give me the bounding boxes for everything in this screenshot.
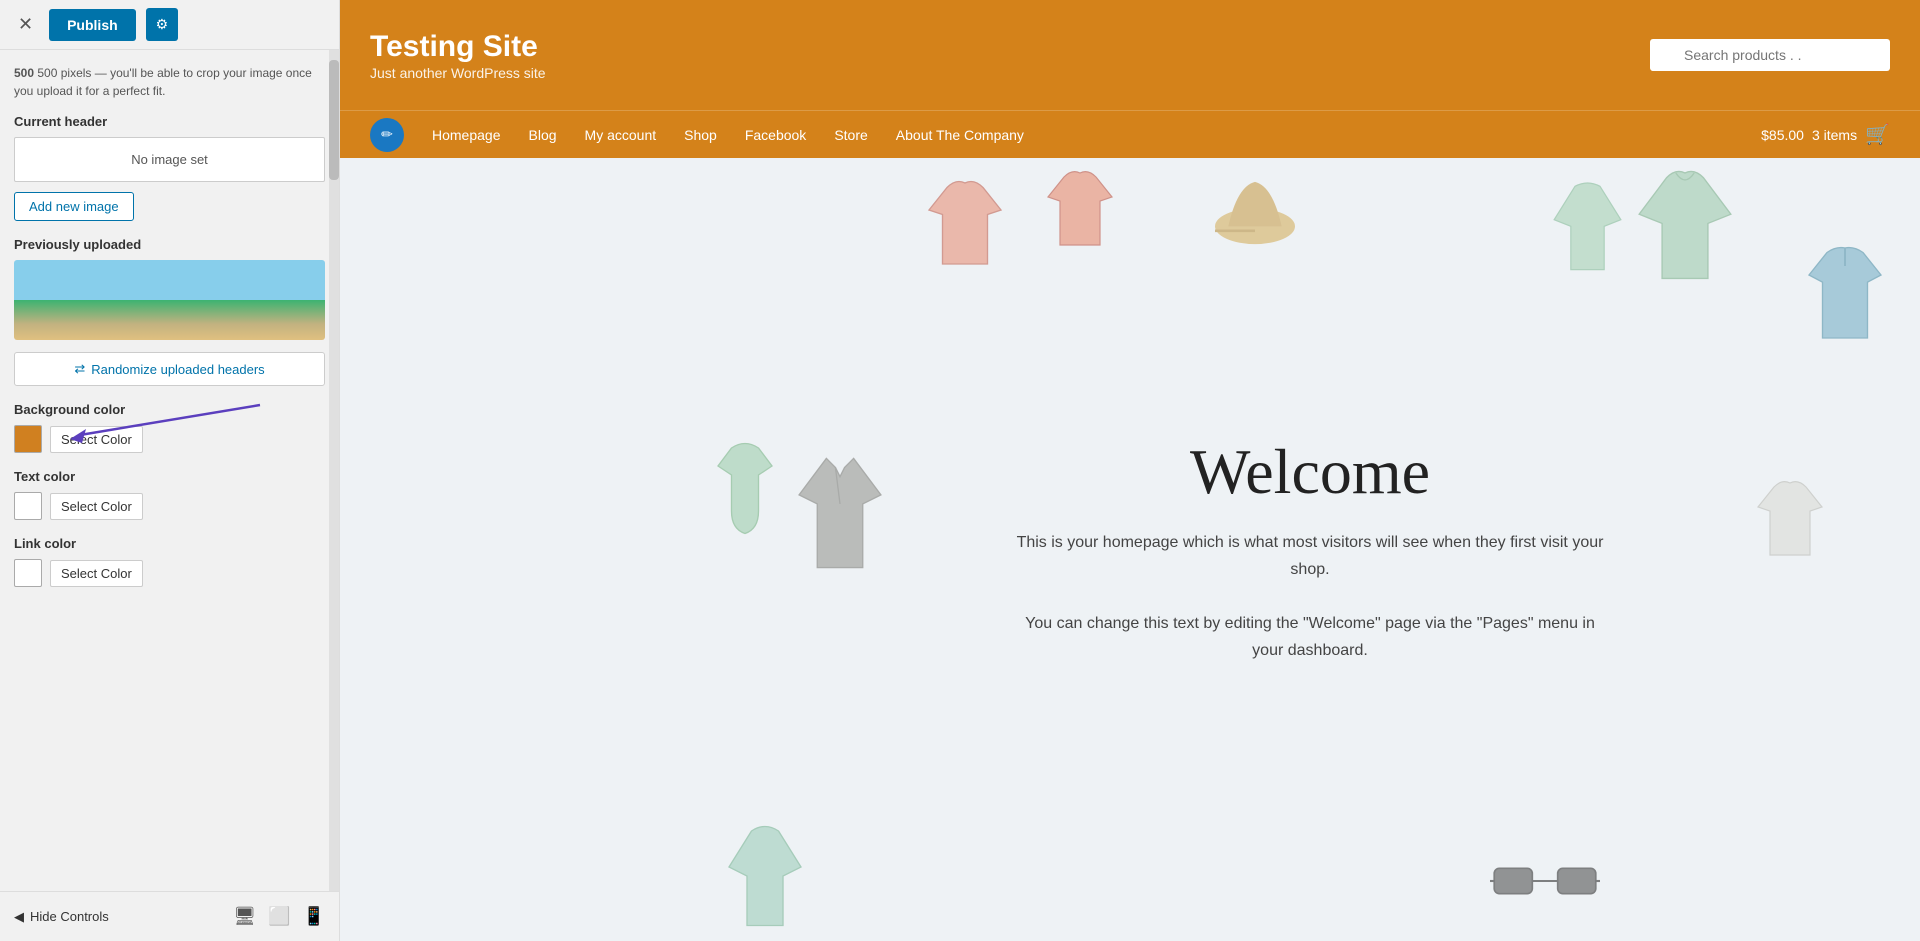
tablet-device-button[interactable]: ⬜ — [268, 906, 290, 927]
desktop-icon: 🖥 — [233, 906, 256, 926]
chevron-left-icon: ◀ — [14, 909, 24, 925]
mobile-device-button[interactable]: 📱 — [303, 906, 325, 927]
clothing-hoodie-2 — [720, 821, 810, 931]
cart-price: $85.00 — [1761, 127, 1804, 143]
welcome-title: Welcome — [1010, 435, 1610, 509]
cart-area[interactable]: $85.00 3 items 🛒 — [1761, 122, 1890, 147]
scrollbar-thumb[interactable] — [329, 60, 339, 180]
background-color-section: Background color Select Color — [14, 402, 325, 453]
link-color-row: Select Color — [14, 559, 325, 587]
hide-controls-button[interactable]: ◀ Hide Controls — [14, 909, 109, 925]
clothing-polo — [1800, 238, 1890, 348]
search-input[interactable] — [1650, 39, 1890, 71]
no-image-box: No image set — [14, 137, 325, 182]
nav-item-about[interactable]: About The Company — [882, 115, 1038, 155]
link-color-swatch[interactable] — [14, 559, 42, 587]
top-bar: ✕ Publish ⚙ — [0, 0, 339, 50]
background-color-swatch[interactable] — [14, 425, 42, 453]
nav-item-myaccount[interactable]: My account — [571, 115, 671, 155]
randomize-label: Randomize uploaded headers — [91, 362, 264, 377]
nav-item-store[interactable]: Store — [820, 115, 881, 155]
site-tagline: Just another WordPress site — [370, 65, 546, 81]
bottom-bar: ◀ Hide Controls 🖥 ⬜ 📱 — [0, 891, 339, 941]
nav-item-blog[interactable]: Blog — [515, 115, 571, 155]
link-color-section: Link color Select Color — [14, 536, 325, 587]
nav-item-facebook[interactable]: Facebook — [731, 115, 820, 155]
clothing-jacket — [790, 448, 890, 578]
clothing-tshirt-2 — [1040, 168, 1120, 258]
publish-button[interactable]: Publish — [49, 9, 136, 41]
current-header-label: Current header — [14, 114, 325, 129]
cart-items-count: 3 items — [1812, 127, 1857, 143]
main-content: Welcome This is your homepage which is w… — [340, 158, 1920, 941]
clothing-hoodie — [1630, 168, 1740, 288]
cart-icon: 🛒 — [1865, 122, 1890, 147]
right-panel: Testing Site Just another WordPress site… — [340, 0, 1920, 941]
scrollbar-track[interactable] — [329, 50, 339, 891]
clothing-sunglasses — [1490, 851, 1600, 911]
welcome-text: This is your homepage which is what most… — [1010, 529, 1610, 665]
previously-uploaded-image[interactable] — [14, 260, 325, 340]
clothing-jacket-2 — [1545, 178, 1630, 278]
search-wrapper: 🔍 — [1650, 39, 1890, 71]
mobile-icon: 📱 — [303, 906, 325, 926]
panel-content: 500 500 pixels — you'll be able to crop … — [0, 50, 339, 891]
welcome-section: Welcome This is your homepage which is w… — [1010, 435, 1610, 665]
close-button[interactable]: ✕ — [12, 10, 39, 39]
hide-controls-label: Hide Controls — [30, 909, 109, 924]
text-color-section: Text color Select Color — [14, 469, 325, 520]
background-color-label: Background color — [14, 402, 325, 417]
text-color-label: Text color — [14, 469, 325, 484]
site-title-area: Testing Site Just another WordPress site — [370, 29, 546, 81]
device-icons: 🖥 ⬜ 📱 — [233, 906, 325, 927]
panel-hint: 500 500 pixels — you'll be able to crop … — [14, 64, 325, 100]
text-select-color-button[interactable]: Select Color — [50, 493, 143, 520]
clothing-onesie — [700, 438, 790, 548]
shuffle-icon: ⇄ — [74, 361, 85, 377]
previously-uploaded-label: Previously uploaded — [14, 237, 325, 252]
left-panel: ✕ Publish ⚙ 500 500 pixels — you'll be a… — [0, 0, 340, 941]
clothing-tshirt-3 — [1750, 478, 1830, 568]
background-color-row: Select Color — [14, 425, 325, 453]
site-nav: ✏ Homepage Blog My account Shop Facebook… — [340, 110, 1920, 158]
text-color-swatch[interactable] — [14, 492, 42, 520]
add-new-image-button[interactable]: Add new image — [14, 192, 134, 221]
nav-item-homepage[interactable]: Homepage — [418, 115, 515, 155]
edit-pencil-button[interactable]: ✏ — [370, 118, 404, 152]
settings-button[interactable]: ⚙ — [146, 8, 179, 41]
clothing-tshirt-1 — [920, 178, 1010, 278]
nav-links: Homepage Blog My account Shop Facebook S… — [418, 115, 1761, 155]
link-color-label: Link color — [14, 536, 325, 551]
site-header: Testing Site Just another WordPress site… — [340, 0, 1920, 110]
text-color-row: Select Color — [14, 492, 325, 520]
tablet-icon: ⬜ — [268, 906, 290, 926]
randomize-headers-button[interactable]: ⇄ Randomize uploaded headers — [14, 352, 325, 386]
clothing-cap — [1210, 173, 1300, 253]
background-select-color-button[interactable]: Select Color — [50, 426, 143, 453]
desktop-device-button[interactable]: 🖥 — [233, 906, 256, 927]
link-select-color-button[interactable]: Select Color — [50, 560, 143, 587]
nav-item-shop[interactable]: Shop — [670, 115, 731, 155]
site-title: Testing Site — [370, 29, 546, 65]
